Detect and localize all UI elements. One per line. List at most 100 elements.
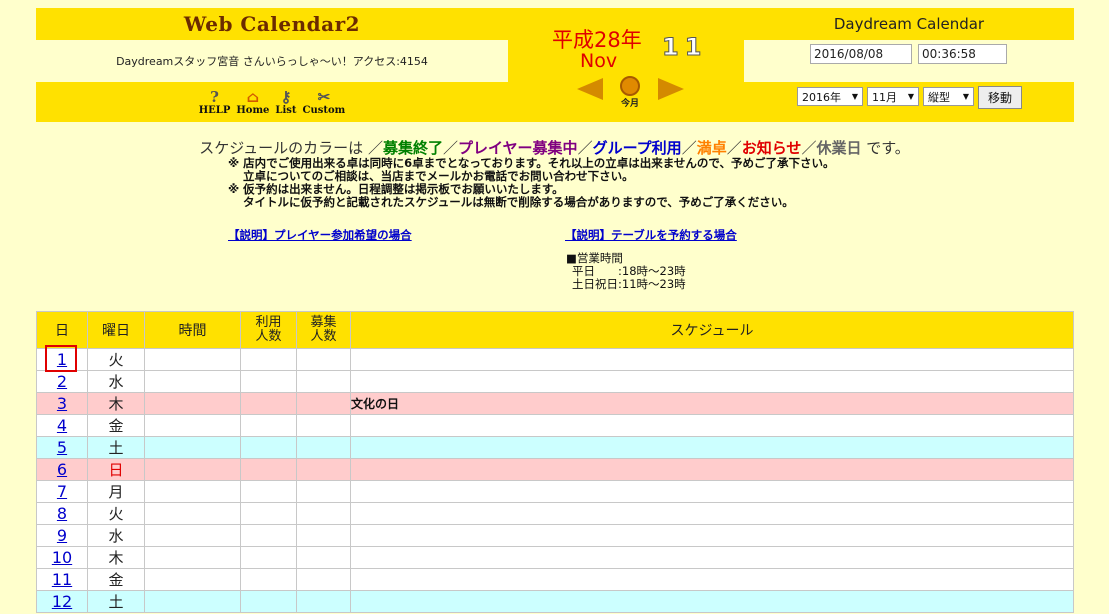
day-cell: 5 [36,436,88,459]
day-cell: 6 [36,458,88,481]
time-field[interactable] [918,44,1007,64]
day-link[interactable]: 8 [57,504,67,523]
notice-line: タイトルに仮予約と記載されたスケジュールは無断で削除する場合がありますので、予め… [243,195,794,209]
year-select[interactable]: 2016年 ▼ [797,87,863,106]
schedule-cell[interactable] [350,546,1074,569]
legend-closed: 募集終了 [382,139,443,157]
custom-button[interactable]: ✂ Custom [303,89,346,116]
color-legend: スケジュールのカラーは ／募集終了／プレイヤー募集中／グループ利用／満卓／お知ら… [0,137,1109,158]
layout-select-value: 縦型 [928,90,950,104]
schedule-cell[interactable] [350,480,1074,503]
weekday-cell: 月 [87,480,145,503]
help-label: HELP [198,105,231,116]
current-month-button[interactable]: 今月 [616,76,644,109]
schedule-cell[interactable] [350,524,1074,547]
weekday-cell: 火 [87,348,145,371]
table-body: 1 火 2 水 3 木文化の日 4 金 5 土 6 日 7 月 8 火 9 水 10 木 11 金 12 土 [36,348,1074,613]
col-header-usage-line1: 利用 [255,315,282,330]
usage-cell [240,370,297,393]
col-header-weekday: 曜日 [87,311,145,349]
legend-group: グループ利用 [592,139,682,157]
col-header-recruit-line2: 人数 [310,329,337,344]
prev-month-arrow-icon[interactable] [577,78,603,100]
table-row: 9水 [36,524,1074,547]
time-cell [144,524,241,547]
schedule-cell[interactable] [350,502,1074,525]
table-header-row: 日 曜日 時間 利用 人数 募集 人数 スケジュール [36,311,1074,349]
day-link[interactable]: 5 [57,438,67,457]
time-cell [144,590,241,613]
day-cell: 9 [36,524,88,547]
legend-sep: ／ [726,139,742,157]
legend-notice: お知らせ [741,139,802,157]
day-link[interactable]: 3 [57,394,67,413]
day-link[interactable]: 2 [57,372,67,391]
next-month-arrow-icon[interactable] [658,78,684,100]
recruit-cell [296,414,351,437]
recruit-cell [296,568,351,591]
schedule-cell[interactable] [350,370,1074,393]
col-header-usage-line2: 人数 [255,329,282,344]
calendar-title: Daydream Calendar [833,15,985,33]
move-button[interactable]: 移動 [978,86,1022,109]
day-link[interactable]: 7 [57,482,67,501]
greeting-bar: Daydreamスタッフ宮音 さんいらっしゃ〜い！アクセス:4154 [36,40,508,82]
time-cell [144,546,241,569]
time-cell [144,348,241,371]
table-row: 7月 [36,480,1074,503]
time-cell [144,436,241,459]
legend-sep: ／ [577,139,593,157]
business-hours: ■営業時間 平日 :18時〜23時 土日祝日:11時〜23時 [566,252,686,291]
col-header-schedule: スケジュール [350,311,1074,349]
chevron-down-icon: ▼ [962,92,969,101]
legend-sep: ／ [801,139,817,157]
recruit-cell [296,348,351,371]
schedule-cell[interactable] [350,590,1074,613]
day-link[interactable]: 11 [52,570,72,589]
schedule-cell[interactable]: 文化の日 [350,392,1074,415]
day-cell: 3 [36,392,88,415]
table-row: 4金 [36,414,1074,437]
time-cell [144,458,241,481]
weekday-cell: 土 [87,590,145,613]
usage-cell [240,458,297,481]
date-field[interactable] [810,44,912,64]
home-button[interactable]: ⌂ Home [236,89,269,116]
weekday-cell: 日 [87,458,145,481]
day-link[interactable]: 9 [57,526,67,545]
schedule-cell[interactable] [350,414,1074,437]
list-label: List [275,105,297,116]
schedule-cell[interactable] [350,568,1074,591]
day-link[interactable]: 12 [52,592,72,611]
day-link[interactable]: 10 [52,548,72,567]
day-cell: 11 [36,568,88,591]
list-button[interactable]: ⚷ List [275,89,296,116]
layout-select[interactable]: 縦型 ▼ [923,87,974,106]
legend-prefix: スケジュールのカラーは ／ [199,139,383,157]
time-cell [144,414,241,437]
player-guide-link[interactable]: 【説明】プレイヤー参加希望の場合 [228,227,412,243]
notice-block: ※ 店内でご使用出来る卓は同時に6卓までとなっております。それ以上の立卓は出来ま… [228,157,834,209]
table-row: 1火 [36,348,1074,371]
day-link[interactable]: 4 [57,416,67,435]
day-cell: 10 [36,546,88,569]
light-bulb-icon: ? [210,88,219,106]
usage-cell [240,392,297,415]
table-row: 6日 [36,458,1074,481]
calendar-title-bar: Daydream Calendar [744,8,1074,40]
month-select[interactable]: 11月 ▼ [867,87,919,106]
table-reservation-guide-link[interactable]: 【説明】テーブルを予約する場合 [565,227,737,243]
weekday-cell: 土 [87,436,145,459]
legend-holiday: 休業日 [816,139,862,157]
schedule-cell[interactable] [350,436,1074,459]
col-header-time: 時間 [144,311,241,349]
weekday-cell: 水 [87,524,145,547]
schedule-cell[interactable] [350,348,1074,371]
help-button[interactable]: ? HELP [199,89,231,116]
day-link[interactable]: 1 [57,350,67,369]
keys-icon: ⚷ [280,88,292,106]
chevron-down-icon: ▼ [851,92,858,101]
col-header-day: 日 [36,311,88,349]
day-link[interactable]: 6 [57,460,67,479]
schedule-cell[interactable] [350,458,1074,481]
